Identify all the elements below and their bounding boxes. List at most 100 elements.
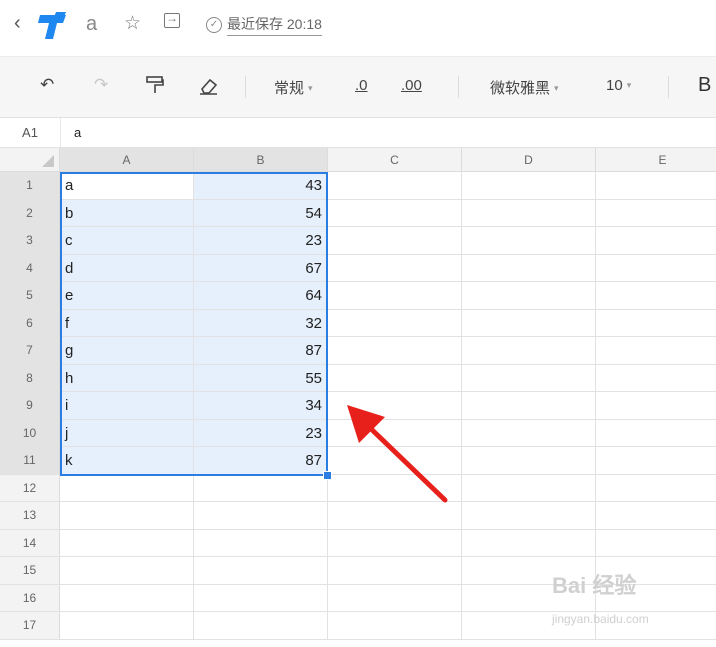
grid-cell[interactable] — [328, 584, 462, 612]
grid-cell[interactable] — [328, 529, 462, 557]
grid-cell[interactable]: 43 — [194, 172, 328, 200]
grid-cell[interactable] — [194, 474, 328, 502]
bold-button[interactable]: B — [698, 74, 711, 97]
grid-cell[interactable] — [194, 584, 328, 612]
row-header[interactable]: 7 — [0, 337, 60, 365]
grid-cell[interactable] — [462, 309, 596, 337]
grid-cell[interactable] — [462, 227, 596, 255]
row-header[interactable]: 4 — [0, 254, 60, 282]
grid-cell[interactable] — [328, 227, 462, 255]
grid-cell[interactable] — [462, 364, 596, 392]
save-status[interactable]: ✓ 最近保存 20:18 — [206, 14, 322, 36]
grid-cell[interactable]: 87 — [194, 447, 328, 475]
grid-cell[interactable] — [462, 337, 596, 365]
grid-cell[interactable]: 64 — [194, 282, 328, 310]
star-icon[interactable]: ☆ — [124, 12, 141, 35]
row-header[interactable]: 9 — [0, 392, 60, 420]
grid-cell[interactable] — [328, 337, 462, 365]
grid-cell[interactable]: j — [60, 419, 194, 447]
back-chevron-icon[interactable]: ‹ — [14, 12, 21, 35]
row-header[interactable]: 12 — [0, 474, 60, 502]
grid-cell[interactable] — [462, 254, 596, 282]
grid-cell[interactable]: 23 — [194, 227, 328, 255]
grid-cell[interactable] — [462, 282, 596, 310]
number-format-dropdown[interactable]: 常规 ▾ — [274, 77, 313, 98]
grid-cell[interactable]: 32 — [194, 309, 328, 337]
grid-cell[interactable]: h — [60, 364, 194, 392]
row-header[interactable]: 14 — [0, 529, 60, 557]
row-header[interactable]: 3 — [0, 227, 60, 255]
grid-cell[interactable]: f — [60, 309, 194, 337]
redo-icon[interactable]: ↷ — [94, 75, 108, 95]
grid-cell[interactable] — [328, 557, 462, 585]
grid-cell[interactable] — [328, 254, 462, 282]
move-to-folder-icon[interactable] — [164, 11, 180, 28]
grid-cell[interactable] — [596, 172, 716, 200]
grid-cell[interactable] — [60, 502, 194, 530]
grid-cell[interactable] — [596, 475, 716, 502]
row-header[interactable]: 5 — [0, 282, 60, 310]
row-header[interactable]: 13 — [0, 502, 60, 530]
grid-cell[interactable] — [328, 172, 462, 200]
grid-cell[interactable] — [60, 612, 194, 640]
grid-cell[interactable] — [60, 584, 194, 612]
grid-cell[interactable] — [194, 557, 328, 585]
row-header[interactable]: 1 — [0, 172, 60, 200]
grid-cell[interactable]: e — [60, 282, 194, 310]
grid-cell[interactable] — [462, 474, 596, 502]
row-header[interactable]: 16 — [0, 584, 60, 612]
column-header-a[interactable]: A — [60, 148, 194, 172]
grid-cell[interactable]: c — [60, 227, 194, 255]
format-painter-icon[interactable] — [146, 75, 164, 95]
select-all-corner[interactable] — [0, 148, 60, 172]
grid-cell[interactable] — [328, 364, 462, 392]
grid-cell[interactable] — [462, 502, 596, 530]
clear-format-eraser-icon[interactable] — [199, 77, 219, 95]
grid-cell[interactable] — [60, 474, 194, 502]
grid-cell[interactable] — [194, 529, 328, 557]
cell-reference-box[interactable]: A1 — [0, 118, 61, 147]
font-size-dropdown[interactable]: 10 ▾ — [606, 77, 631, 94]
grid-cell[interactable] — [462, 199, 596, 227]
grid-cell[interactable]: b — [60, 199, 194, 227]
grid-cell[interactable] — [596, 200, 716, 227]
grid-cell[interactable] — [596, 282, 716, 310]
grid-cell[interactable]: k — [60, 447, 194, 475]
row-header[interactable]: 17 — [0, 612, 60, 640]
column-header-c[interactable]: C — [328, 148, 462, 172]
app-logo-icon[interactable] — [36, 9, 70, 43]
row-header[interactable]: 2 — [0, 199, 60, 227]
grid-cell[interactable] — [462, 392, 596, 420]
column-header-d[interactable]: D — [462, 148, 596, 172]
grid-cell[interactable]: i — [60, 392, 194, 420]
grid-cell[interactable]: 34 — [194, 392, 328, 420]
grid-cell[interactable]: 55 — [194, 364, 328, 392]
grid-cell[interactable]: 67 — [194, 254, 328, 282]
grid-cell[interactable]: 54 — [194, 199, 328, 227]
column-header-b[interactable]: B — [194, 148, 328, 172]
grid-cell[interactable]: g — [60, 337, 194, 365]
column-header-e[interactable]: E — [596, 148, 716, 172]
grid-cell[interactable] — [596, 310, 716, 337]
row-header[interactable]: 6 — [0, 309, 60, 337]
grid-cell[interactable] — [462, 172, 596, 200]
grid-cell[interactable] — [462, 447, 596, 475]
grid-cell[interactable] — [462, 419, 596, 447]
grid-cell[interactable] — [596, 447, 716, 475]
grid-cell[interactable] — [596, 420, 716, 447]
grid-cell[interactable] — [328, 309, 462, 337]
grid-cell[interactable] — [596, 255, 716, 282]
grid-cell[interactable] — [596, 227, 716, 255]
grid-cell[interactable]: 23 — [194, 419, 328, 447]
grid-cell[interactable] — [328, 612, 462, 640]
grid-cell[interactable] — [194, 612, 328, 640]
row-header[interactable]: 8 — [0, 364, 60, 392]
grid-cell[interactable] — [194, 502, 328, 530]
doc-name[interactable]: a — [86, 13, 97, 36]
grid-cell[interactable] — [596, 365, 716, 392]
fill-handle[interactable] — [323, 470, 332, 480]
grid-cell[interactable]: a — [60, 172, 194, 200]
grid-cell[interactable] — [60, 529, 194, 557]
formula-input[interactable]: a — [74, 118, 81, 147]
grid-cell[interactable] — [462, 529, 596, 557]
